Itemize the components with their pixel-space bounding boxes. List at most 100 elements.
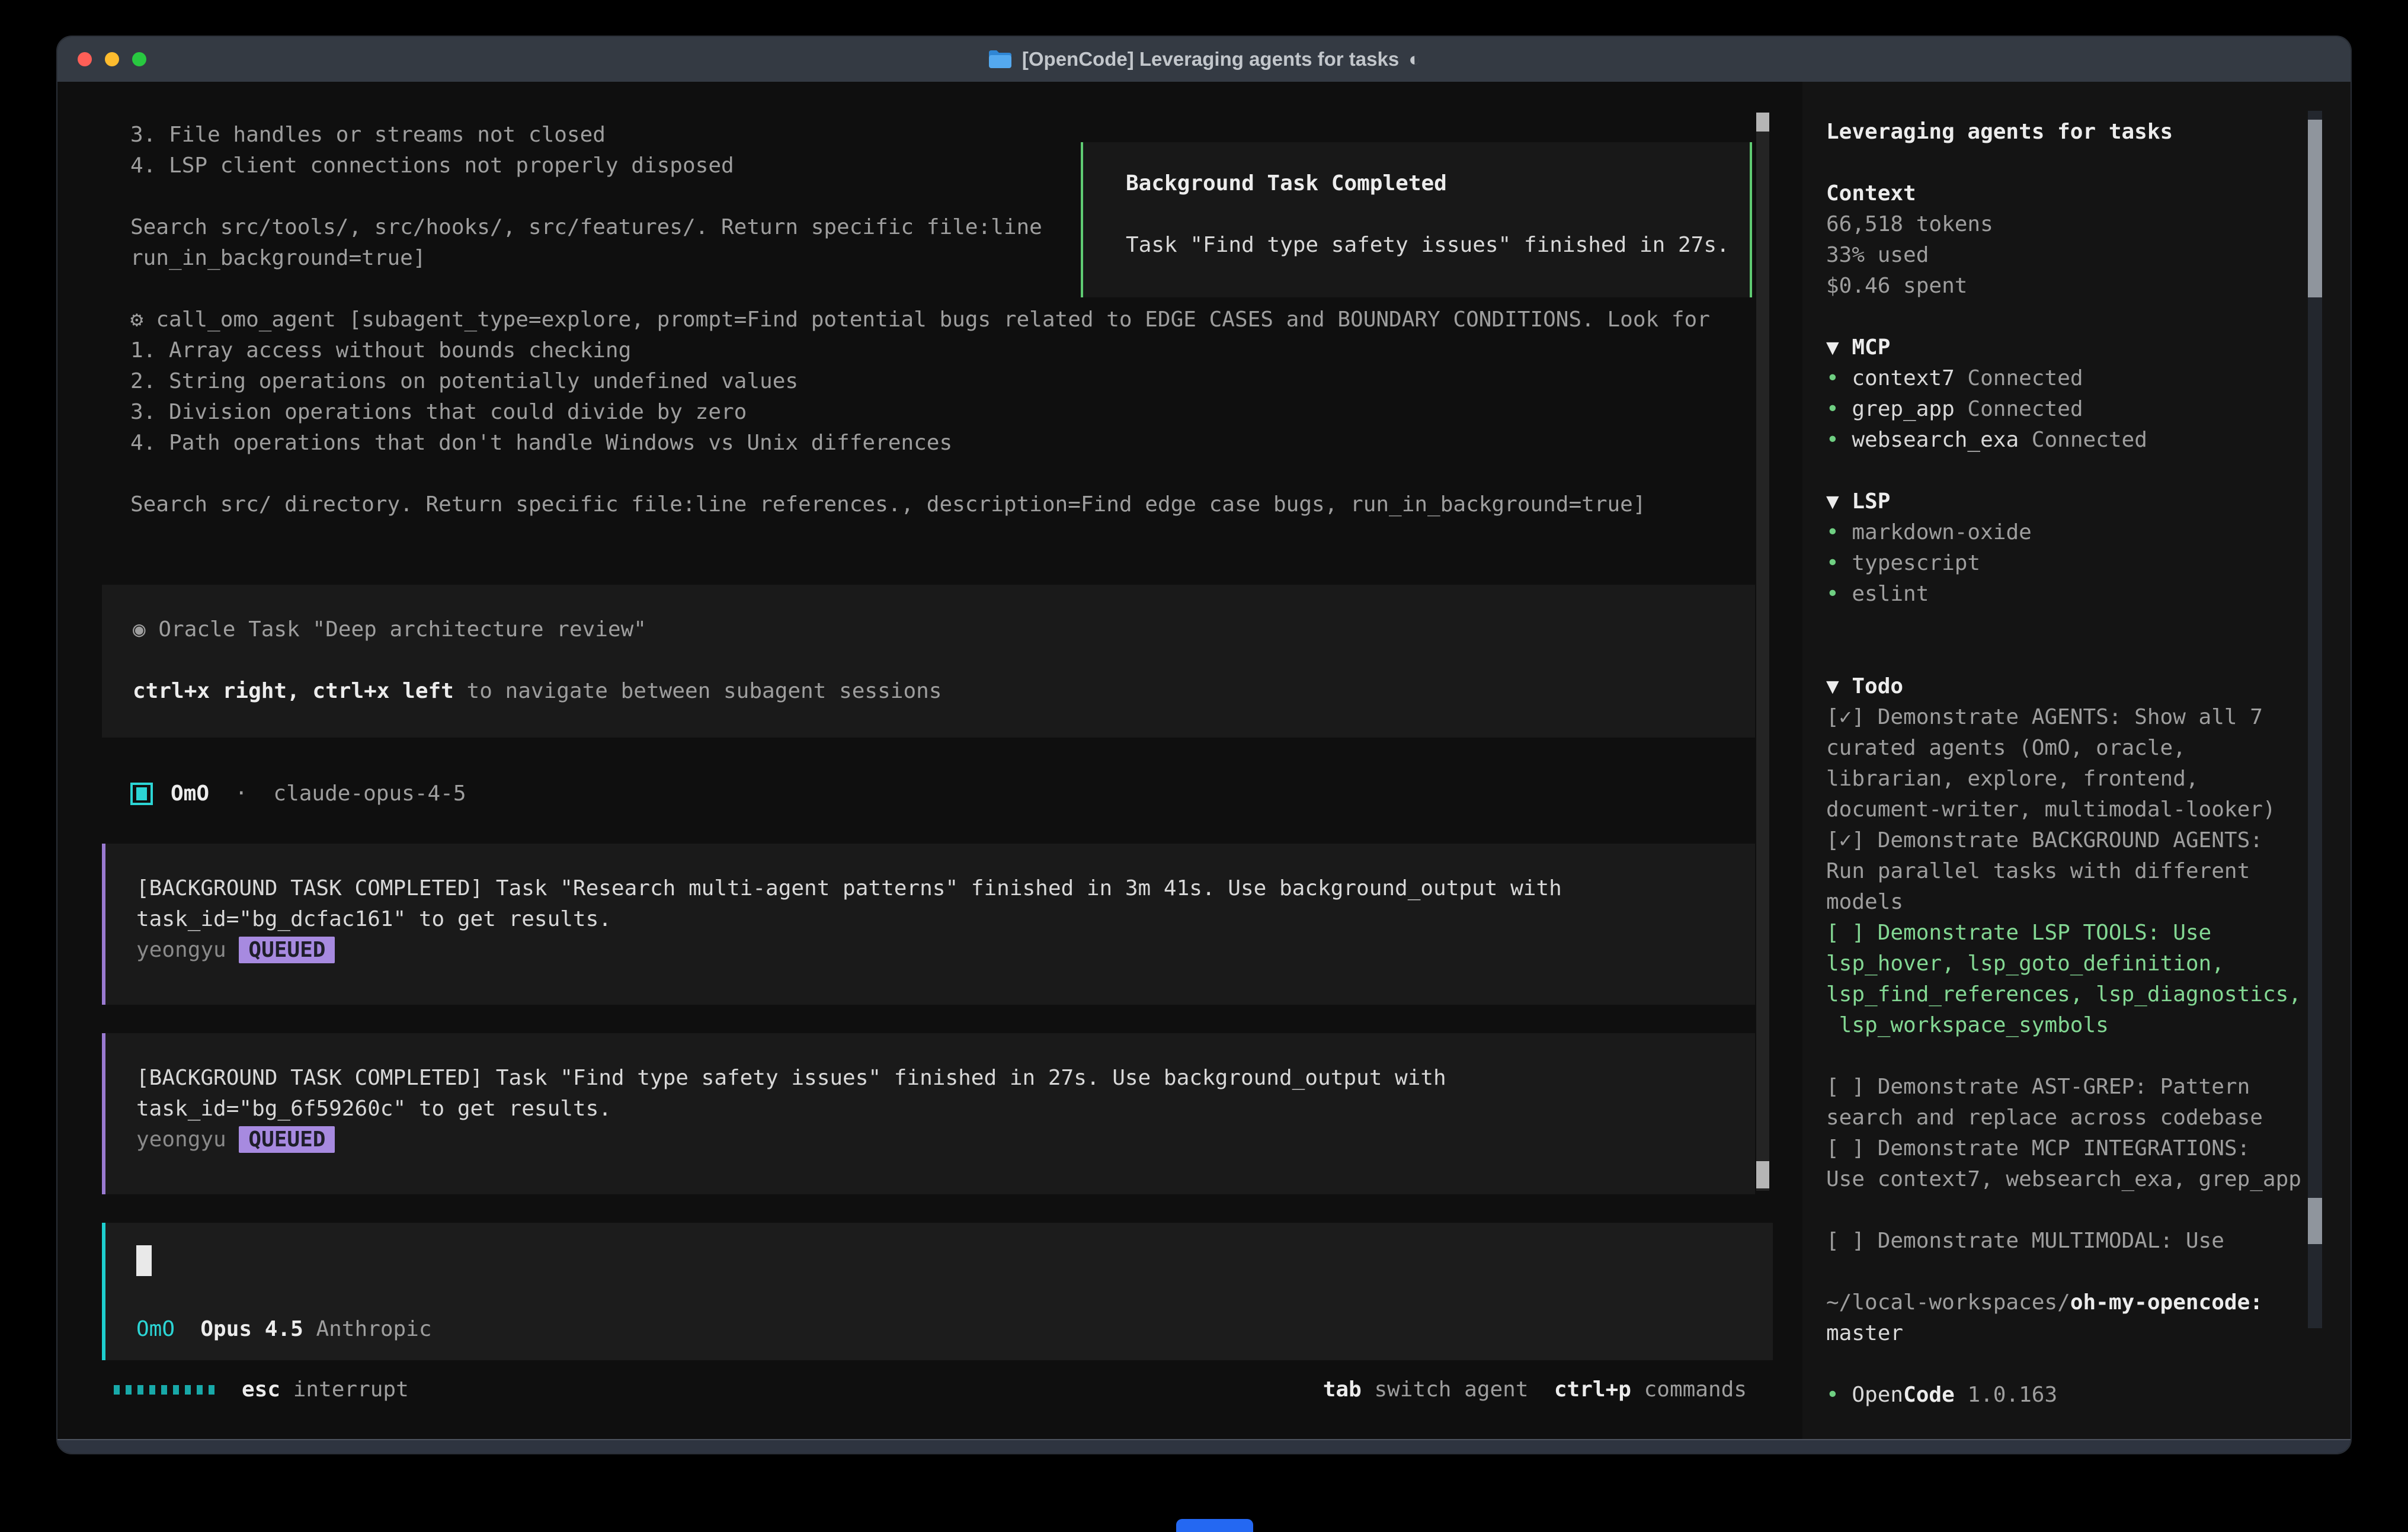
sidebar-scrollbar-thumb[interactable]: [2308, 120, 2322, 297]
text-segment: task_id="bg_dcfac161" to get results.: [136, 907, 611, 931]
text-segment: Search src/ directory. Return specific f…: [130, 492, 1646, 517]
text-segment: curated agents (OmO, oracle,: [1826, 736, 2186, 760]
text-line: ▼ MCP: [1826, 332, 2312, 363]
spinner-dot: [209, 1385, 214, 1395]
sidebar-scrollbar[interactable]: [2308, 111, 2322, 1328]
text-segment: yeongyu: [136, 1127, 239, 1152]
text-segment: Open: [1852, 1383, 1903, 1407]
text-line: Context: [1826, 178, 2312, 209]
agent-header-text: OmO · claude-opus-4-5: [171, 778, 466, 809]
desktop: [OpenCode] Leveraging agents for tasks ◐…: [0, 0, 2408, 1532]
text-line: task_id="bg_6f59260c" to get results.: [136, 1094, 1755, 1124]
status-bar-left: esc interrupt: [114, 1374, 409, 1405]
text-line: [1826, 1349, 2312, 1380]
text-line: yeongyu QUEUED: [136, 935, 1755, 966]
text-line: librarian, explore, frontend,: [1826, 764, 2312, 794]
text-line: models: [1826, 887, 2312, 918]
text-line: • websearch_exa Connected: [1826, 425, 2312, 456]
zoom-window-button[interactable]: [132, 52, 146, 66]
text-segment: 3. File handles or streams not closed: [130, 123, 606, 147]
window-bottom-edge: [57, 1439, 2351, 1453]
text-line: 33% used: [1826, 240, 2312, 271]
text-line: [130, 459, 1795, 489]
text-segment: [BACKGROUND TASK COMPLETED] Task "Resear…: [136, 876, 1562, 900]
folder-icon: [988, 49, 1013, 69]
text-line: task_id="bg_dcfac161" to get results.: [136, 904, 1755, 935]
sidebar-scrollbar-thumb-lower[interactable]: [2308, 1198, 2322, 1244]
text-segment: ▼ Todo: [1826, 674, 1903, 698]
text-line: master: [1826, 1318, 2312, 1349]
text-segment: Context: [1826, 181, 1916, 206]
chat-scrollbar[interactable]: [1756, 113, 1769, 1191]
text-segment: Connected: [1955, 366, 2083, 390]
text-segment: [ ] Demonstrate AST-GREP: Pattern: [1826, 1075, 2250, 1099]
text-segment: Task "Find type safety issues" finished …: [1126, 233, 1730, 257]
text-line: 4. Path operations that don't handle Win…: [130, 428, 1795, 459]
text-segment: Anthropic: [303, 1317, 432, 1341]
text-segment: document-writer, multimodal-looker): [1826, 797, 2276, 822]
text-segment: 4. LSP client connections not properly d…: [130, 153, 734, 178]
agent-status-row: OmO Opus 4.5 Anthropic: [136, 1314, 432, 1345]
text-line: • OpenCode 1.0.163: [1826, 1380, 2312, 1411]
text-line: ctrl+x right, ctrl+x left to navigate be…: [133, 676, 1755, 707]
text-segment: •: [1826, 1383, 1852, 1407]
text-segment: OmO: [136, 1317, 175, 1341]
text-segment: Use context7, websearch_exa, grep_app: [1826, 1167, 2301, 1191]
text-segment: commands: [1631, 1377, 1747, 1402]
chat-scrollbar-thumb-bottom[interactable]: [1756, 1161, 1769, 1188]
text-segment: [ ] Demonstrate MULTIMODAL: Use: [1826, 1229, 2224, 1253]
text-line: ⚙ call_omo_agent [subagent_type=explore,…: [130, 305, 1795, 335]
text-segment: ▼ LSP: [1826, 489, 1890, 514]
dock-icon-sliver[interactable]: [1176, 1519, 1253, 1532]
text-segment: [✓] Demonstrate BACKGROUND AGENTS:: [1826, 828, 2263, 852]
text-segment: •: [1826, 366, 1852, 390]
traffic-lights: [78, 37, 146, 82]
spinner-dot: [149, 1385, 155, 1395]
text-line: [ ] Demonstrate MCP INTEGRATIONS:: [1826, 1133, 2312, 1164]
spinner-dot: [173, 1385, 179, 1395]
text-segment: •: [1826, 551, 1852, 575]
minimize-window-button[interactable]: [105, 52, 119, 66]
sidebar-lines: Leveraging agents for tasks Context66,51…: [1826, 117, 2312, 1411]
text-line: lsp_hover, lsp_goto_definition,: [1826, 948, 2312, 979]
text-line: • typescript: [1826, 548, 2312, 579]
text-line: [1826, 302, 2312, 332]
text-segment: context7: [1852, 366, 1954, 390]
text-line: • eslint: [1826, 579, 2312, 610]
text-line: $0.46 spent: [1826, 271, 2312, 302]
spinner-dot: [161, 1385, 167, 1395]
text-segment: 33% used: [1826, 243, 1929, 267]
text-segment: [✓] Demonstrate AGENTS: Show all 7: [1826, 705, 2263, 729]
text-line: search and replace across codebase: [1826, 1102, 2312, 1133]
text-segment: lsp_find_references, lsp_diagnostics,: [1826, 982, 2301, 1007]
text-segment: grep_app: [1852, 397, 1954, 421]
text-segment: master: [1826, 1321, 1903, 1345]
text-line: • grep_app Connected: [1826, 394, 2312, 425]
text-line: yeongyu QUEUED: [136, 1124, 1755, 1155]
prompt-input[interactable]: OmO Opus 4.5 Anthropic: [102, 1223, 1773, 1360]
text-segment: Background Task Completed: [1126, 171, 1447, 195]
background-task-notification: Background Task Completed Task "Find typ…: [1081, 142, 1752, 297]
window-title: [OpenCode] Leveraging agents for tasks: [1022, 48, 1399, 70]
interrupt-hint: esc interrupt: [242, 1374, 409, 1405]
text-segment: oh-my-opencode:: [2070, 1290, 2263, 1315]
close-window-button[interactable]: [78, 52, 92, 66]
text-segment: models: [1826, 890, 1903, 914]
text-line: ~/local-workspaces/oh-my-opencode:: [1826, 1287, 2312, 1318]
spinner-dot: [114, 1385, 120, 1395]
text-segment: 3. Division operations that could divide…: [130, 400, 747, 424]
text-line: curated agents (OmO, oracle,: [1826, 733, 2312, 764]
oracle-task-box: ◉ Oracle Task "Deep architecture review"…: [102, 585, 1755, 738]
text-line: [BACKGROUND TASK COMPLETED] Task "Resear…: [136, 873, 1755, 904]
status-badge: QUEUED: [239, 937, 335, 963]
chat-scrollbar-thumb-top[interactable]: [1756, 113, 1769, 132]
text-segment: websearch_exa: [1852, 428, 2019, 452]
text-segment: esc: [242, 1377, 280, 1402]
text-segment: typescript: [1852, 551, 1980, 575]
spinner-dot: [197, 1385, 203, 1395]
text-segment: •: [1826, 397, 1852, 421]
window-titlebar[interactable]: [OpenCode] Leveraging agents for tasks ◐: [57, 37, 2351, 82]
text-line: 1. Array access without bounds checking: [130, 335, 1795, 366]
text-line: ▼ LSP: [1826, 486, 2312, 517]
text-segment: interrupt: [280, 1377, 409, 1402]
